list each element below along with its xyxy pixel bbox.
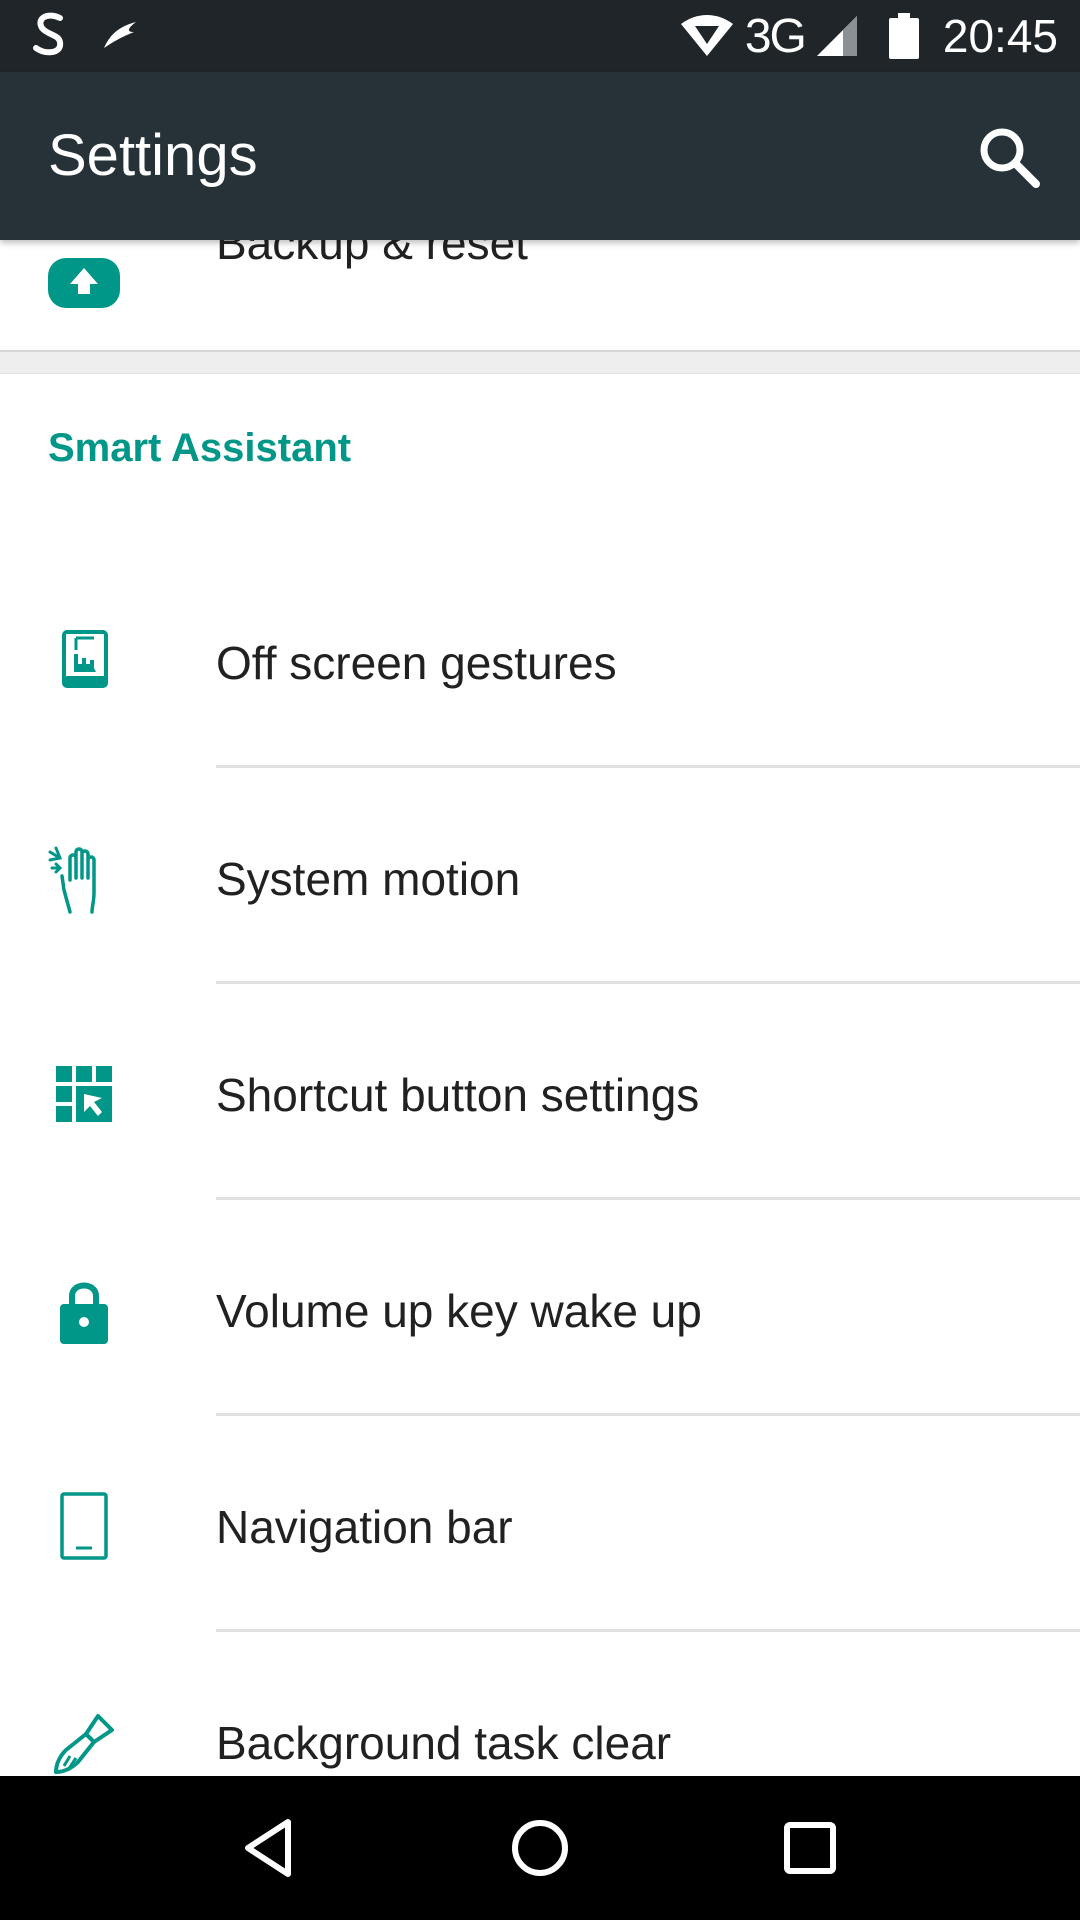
signal-icon [816, 16, 857, 56]
search-button[interactable] [974, 122, 1044, 192]
backup-icon [48, 258, 120, 308]
app-bar: Settings [0, 72, 1080, 240]
system-navigation-bar [0, 1776, 1080, 1920]
search-icon [980, 128, 1040, 188]
list-item-navigation-bar[interactable]: Navigation bar [0, 1416, 1080, 1632]
recents-icon [784, 1822, 836, 1874]
page-title: Settings [48, 123, 258, 188]
section-divider [0, 350, 1080, 374]
list-item-label: Off screen gestures [216, 637, 617, 689]
back-icon [245, 1819, 291, 1877]
list-item-background-task-clear[interactable]: Background task clear [0, 1632, 1080, 1776]
hand-motion-icon [48, 846, 96, 914]
list-item-label: Shortcut button settings [216, 1069, 700, 1121]
list-item-backup-reset[interactable]: Backup & reset [0, 240, 1080, 348]
phone-navigation-icon [60, 1492, 108, 1560]
lock-icon [60, 1282, 108, 1344]
list-item-label: Volume up key wake up [216, 1285, 702, 1337]
recents-button[interactable] [774, 1812, 846, 1884]
app-s-icon [33, 12, 64, 56]
list-item-shortcut-button-settings[interactable]: Shortcut button settings [0, 984, 1080, 1200]
status-bar: 3G 20:45 [0, 0, 1080, 72]
network-type: 3G [744, 9, 807, 63]
list-item-volume-up-key-wake-up[interactable]: Volume up key wake up [0, 1200, 1080, 1416]
clock: 20:45 [942, 10, 1058, 62]
list-item-label: Backup & reset [216, 240, 528, 269]
list-item-label: Background task clear [216, 1717, 672, 1769]
list-item-system-motion[interactable]: System motion [0, 768, 1080, 984]
list-item-label: Navigation bar [216, 1501, 513, 1553]
home-button[interactable] [504, 1812, 576, 1884]
section-header: Smart Assistant [48, 426, 352, 470]
app-bird-icon [104, 22, 136, 48]
list-item-off-screen-gestures[interactable]: Off screen gestures [0, 552, 1080, 768]
list-item-label: System motion [216, 853, 521, 905]
settings-list: Backup & reset Smart Assistant Off scree… [0, 240, 1080, 1776]
shortcut-grid-icon [56, 1066, 112, 1122]
battery-icon [888, 13, 919, 59]
off-screen-gestures-icon [62, 630, 108, 688]
home-icon [512, 1820, 568, 1876]
brush-icon [54, 1714, 114, 1774]
wifi-icon [680, 15, 733, 56]
back-button[interactable] [234, 1812, 306, 1884]
